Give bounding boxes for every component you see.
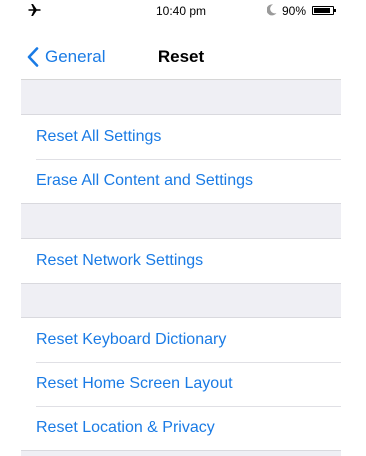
reset-location-privacy-row[interactable]: Reset Location & Privacy	[21, 406, 341, 450]
page-title: Reset	[157, 47, 205, 66]
reset-settings-screen: 10:40 pm 90% General Reset Reset All Set…	[21, 0, 341, 456]
row-label: Reset Keyboard Dictionary	[36, 331, 227, 348]
battery-level	[314, 8, 331, 13]
reset-group-other: Reset Keyboard Dictionary Reset Home Scr…	[21, 317, 341, 451]
reset-home-screen-layout-row[interactable]: Reset Home Screen Layout	[21, 362, 341, 406]
section-gap	[21, 451, 341, 456]
section-gap	[21, 284, 341, 317]
battery-percent: 90%	[282, 4, 307, 18]
row-label: Reset Home Screen Layout	[36, 375, 233, 392]
row-label: Reset Network Settings	[36, 252, 204, 269]
row-label: Erase All Content and Settings	[36, 172, 254, 189]
reset-network-settings-row[interactable]: Reset Network Settings	[21, 239, 341, 283]
row-label: Reset Location & Privacy	[36, 419, 215, 436]
row-label: Reset All Settings	[36, 128, 162, 145]
battery-icon	[312, 6, 334, 15]
reset-group-network: Reset Network Settings	[21, 238, 341, 284]
reset-group-general: Reset All Settings Erase All Content and…	[21, 114, 341, 204]
section-gap	[21, 80, 341, 114]
battery-tip	[334, 9, 336, 12]
erase-all-content-row[interactable]: Erase All Content and Settings	[21, 159, 341, 203]
reset-all-settings-row[interactable]: Reset All Settings	[21, 115, 341, 159]
section-gap	[21, 204, 341, 238]
moon-icon	[267, 4, 277, 16]
navigation-bar: General Reset	[21, 20, 341, 79]
reset-keyboard-dictionary-row[interactable]: Reset Keyboard Dictionary	[21, 318, 341, 362]
status-bar: 10:40 pm 90%	[21, 0, 341, 20]
